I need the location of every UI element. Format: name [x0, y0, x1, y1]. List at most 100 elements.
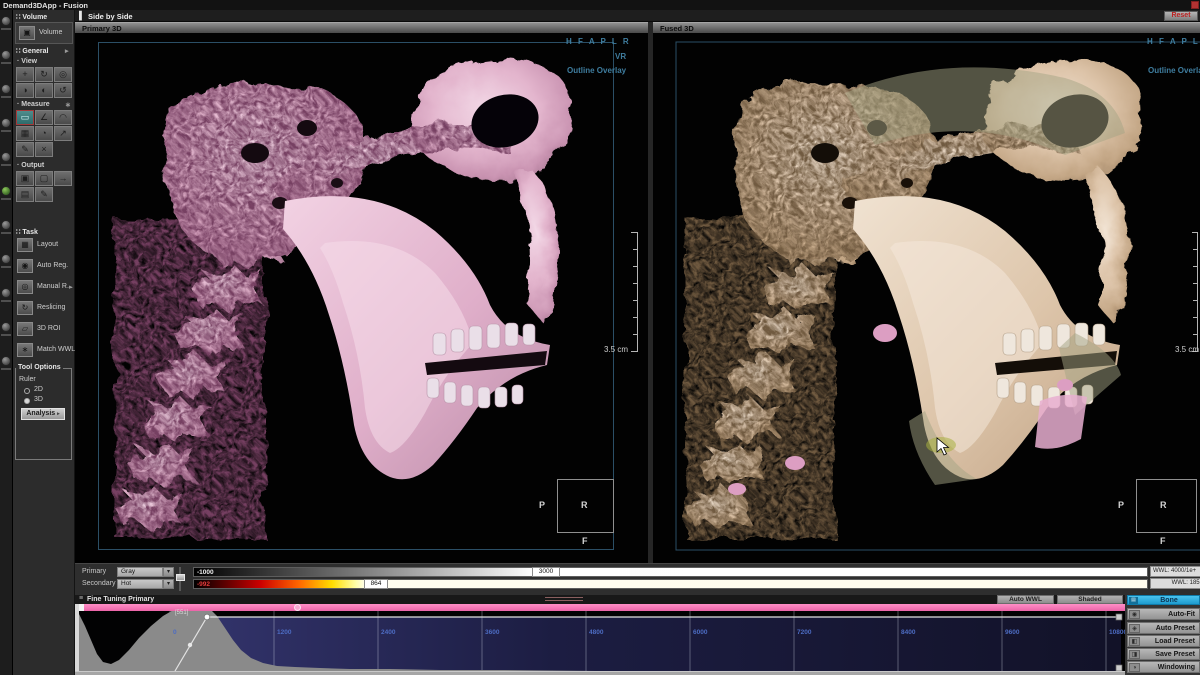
ruler-tick	[633, 249, 638, 250]
frame-capture-icon[interactable]: ▢	[35, 171, 53, 186]
primary-label: Primary	[82, 568, 106, 575]
radio-3d[interactable]	[24, 398, 30, 404]
volume-icon[interactable]: ▣	[19, 26, 35, 40]
angle-tool-icon[interactable]: ∠	[35, 110, 53, 125]
fused-3d-title: Fused 3D	[660, 24, 694, 33]
secondary-colormap-bar[interactable]: -992 864	[193, 579, 1148, 589]
output-subheader[interactable]: · Output	[17, 162, 44, 169]
fused-3d-canvas[interactable]	[653, 33, 1200, 560]
fine-tuning-title: Fine Tuning Primary	[87, 596, 154, 603]
rail-tool-icon[interactable]	[1, 84, 11, 94]
ruler-tick	[631, 232, 638, 233]
auto-preset-button[interactable]: ◈ Auto Preset	[1127, 622, 1200, 634]
measure-tools-icon[interactable]: ∗	[65, 101, 71, 109]
delete-measure-icon[interactable]: ×	[35, 142, 53, 157]
arc-tool-icon[interactable]: ◔	[35, 126, 53, 141]
rail-tool-icon[interactable]	[1, 16, 11, 26]
histogram-scrollbar[interactable]	[75, 671, 1125, 675]
task-section-header[interactable]: ∷ Task	[16, 228, 38, 236]
layout-mode-bar: ▌ Side by Side Reset	[75, 10, 1200, 22]
axis-posterior-label: P	[1118, 500, 1124, 510]
rail-tool-icon[interactable]	[1, 254, 11, 264]
rail-tool-icon[interactable]	[1, 118, 11, 128]
primary-3d-header[interactable]: Primary 3D	[75, 22, 648, 33]
rail-tool-icon[interactable]	[1, 152, 11, 162]
measure-subheader[interactable]: · Measure	[17, 101, 50, 108]
rail-tool-label	[1, 266, 11, 268]
quick-tool-rail	[0, 10, 13, 675]
blend-controls: Primary Gray ▾ Secondary Hot ▾ -1000 300…	[75, 563, 1200, 596]
auto-reg-icon: ◉	[17, 259, 33, 273]
curve-tool-icon[interactable]: ◠	[54, 110, 72, 125]
shaded-button[interactable]: Shaded	[1057, 595, 1123, 604]
manual-reg-icon: ◎	[17, 280, 33, 294]
rotate-3d-icon[interactable]: ↻	[35, 67, 53, 82]
spin-icon[interactable]: ◑	[16, 83, 34, 98]
fused-3d-header[interactable]: Fused 3D	[653, 22, 1200, 33]
arrow-tool-icon[interactable]: ↗	[54, 126, 72, 141]
primary-colormap-bar[interactable]: -1000 3000	[193, 567, 1148, 577]
load-preset-button[interactable]: ◧ Load Preset	[1127, 635, 1200, 647]
snapshot-icon[interactable]: ▣	[16, 171, 34, 186]
close-icon[interactable]	[1191, 1, 1199, 9]
axis-posterior-label: P	[539, 500, 545, 510]
reset-button[interactable]: Reset	[1164, 11, 1198, 21]
secondary-colormap-arrow-icon[interactable]: ▾	[163, 579, 174, 589]
secondary-colormap-select[interactable]: Hot	[117, 579, 163, 589]
load-preset-icon: ◧	[1129, 637, 1140, 646]
match-wwl-icon: ∗	[17, 343, 33, 357]
rail-tool-icon[interactable]	[1, 50, 11, 60]
overlay-mode-label: Outline Overlay	[1148, 66, 1200, 75]
ruler-tool-icon[interactable]: ▭	[16, 110, 34, 125]
view-subheader[interactable]: · View	[17, 58, 37, 65]
primary-range-max[interactable]: 3000	[532, 567, 560, 577]
transfer-band-cap[interactable]	[79, 604, 84, 611]
general-section-header[interactable]: ∷ General	[16, 47, 49, 55]
zoom-icon[interactable]: ◎	[54, 67, 72, 82]
radio-2d[interactable]	[24, 388, 30, 394]
transfer-band[interactable]	[79, 604, 1125, 611]
rail-tool-icon[interactable]	[1, 220, 11, 230]
primary-range-min: -1000	[197, 569, 214, 576]
primary-colormap-select[interactable]: Gray	[117, 567, 163, 577]
rail-tool-icon[interactable]	[1, 356, 11, 366]
reset-view-icon[interactable]: ↺	[54, 83, 72, 98]
ruler-tick	[633, 334, 638, 335]
blend-slider-handle[interactable]	[176, 574, 185, 581]
ruler-tick	[1193, 317, 1198, 318]
histogram-panel[interactable]: [551] 0 1200 2400 3600 4800 6000 7200 84…	[75, 604, 1125, 671]
export-icon[interactable]: →	[54, 171, 72, 186]
fine-tuning-titlebar[interactable]: ≡ Fine Tuning Primary Auto WWL Shaded	[75, 595, 1125, 604]
panel-grip[interactable]	[545, 597, 583, 598]
primary-colormap-arrow-icon[interactable]: ▾	[163, 567, 174, 577]
panel-grip[interactable]	[545, 600, 583, 601]
radio-2d-label[interactable]: 2D	[34, 386, 43, 393]
windowing-button[interactable]: ◑ Windowing	[1127, 661, 1200, 673]
axis-foot-label: F	[582, 536, 588, 546]
secondary-range-max[interactable]: 864	[364, 579, 388, 589]
auto-wwl-button[interactable]: Auto WWL	[997, 595, 1054, 604]
rail-tool-icon[interactable]	[1, 288, 11, 298]
pencil-tool-icon[interactable]: ✎	[16, 142, 34, 157]
save-preset-button[interactable]: ◨ Save Preset	[1127, 648, 1200, 660]
film-icon[interactable]: ▤	[16, 187, 34, 202]
radio-3d-label[interactable]: 3D	[34, 396, 43, 403]
report-icon[interactable]: ✎	[35, 187, 53, 202]
bone-preset-button[interactable]: ▤ Bone	[1127, 595, 1200, 605]
window-level-icon[interactable]: ◐	[35, 83, 53, 98]
analysis-button[interactable]: Analysis ▸	[21, 408, 65, 420]
rail-tool-icon-active[interactable]	[1, 186, 11, 196]
general-expand-icon[interactable]: ▸	[65, 47, 69, 55]
grid-tool-icon[interactable]: ▦	[16, 126, 34, 141]
ruler-measurement: 3.5 cm	[604, 345, 628, 354]
pan-icon[interactable]: +	[16, 67, 34, 82]
volume-button[interactable]: Volume	[39, 29, 62, 36]
orientation-labels: H F A P L R	[1147, 37, 1200, 46]
panel-menu-icon[interactable]: ≡	[79, 595, 83, 602]
auto-fit-button[interactable]: ◉ Auto-Fit	[1127, 608, 1200, 620]
rail-tool-icon[interactable]	[1, 322, 11, 332]
ruler-tick	[1193, 266, 1198, 267]
volume-section-header[interactable]: ∷ Volume	[16, 13, 47, 21]
rail-tool-label	[1, 334, 11, 336]
transfer-band-handle[interactable]	[294, 604, 301, 611]
